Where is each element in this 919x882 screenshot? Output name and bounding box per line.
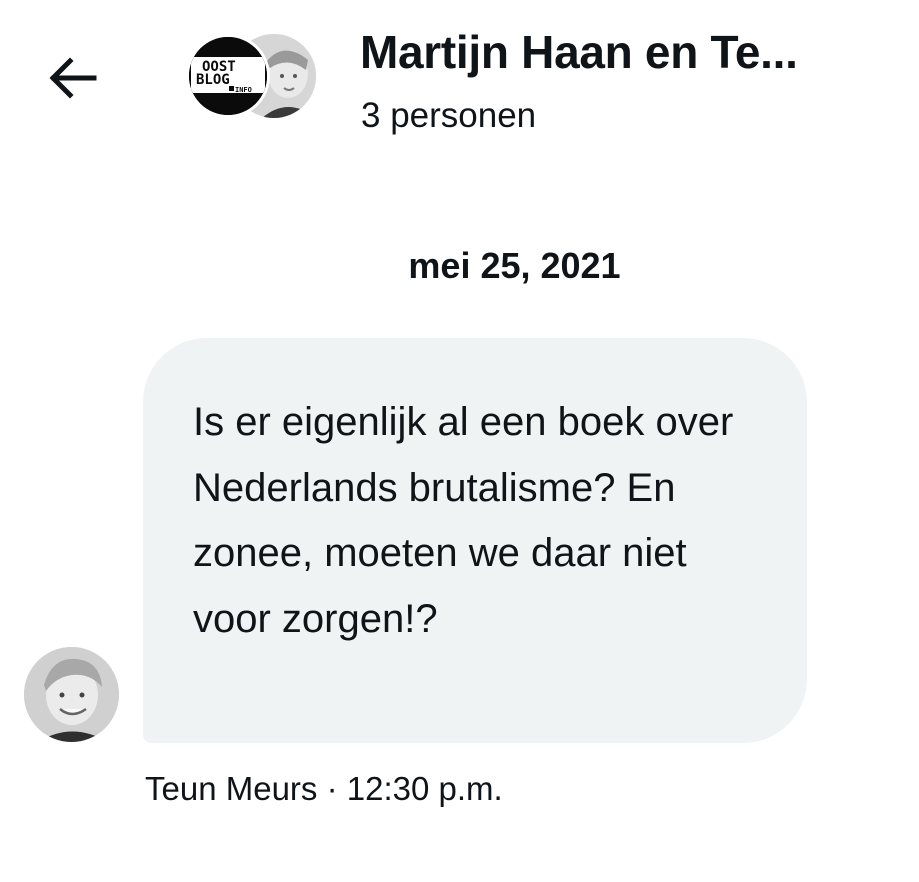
message-meta: Teun Meurs · 12:30 p.m. (145, 768, 503, 810)
message-bubble[interactable]: Is er eigenlijk al een boek over Nederla… (143, 338, 807, 743)
message-time: 12:30 p.m. (346, 770, 503, 807)
group-avatar[interactable]: OOST BLOG INFO (186, 34, 320, 122)
date-separator: mei 25, 2021 (0, 242, 919, 290)
meta-separator: · (326, 770, 338, 807)
oostblog-logo-avatar: OOST BLOG INFO (186, 34, 270, 118)
logo-line-3: INFO (235, 86, 252, 94)
arrow-left-icon (49, 57, 97, 99)
dm-conversation-screen: OOST BLOG INFO Martijn Haan en Te... 3 p… (0, 0, 919, 882)
sender-name: Teun Meurs (145, 770, 318, 807)
date-label: mei 25, 2021 (408, 245, 621, 286)
logo-line-2: BLOG (196, 72, 230, 88)
message-text: Is er eigenlijk al een boek over Nederla… (193, 400, 734, 641)
conversation-title[interactable]: Martijn Haan en Te... (360, 24, 905, 80)
participant-count: 3 personen (361, 96, 537, 135)
sender-avatar[interactable] (24, 647, 119, 742)
back-button[interactable] (40, 46, 104, 110)
